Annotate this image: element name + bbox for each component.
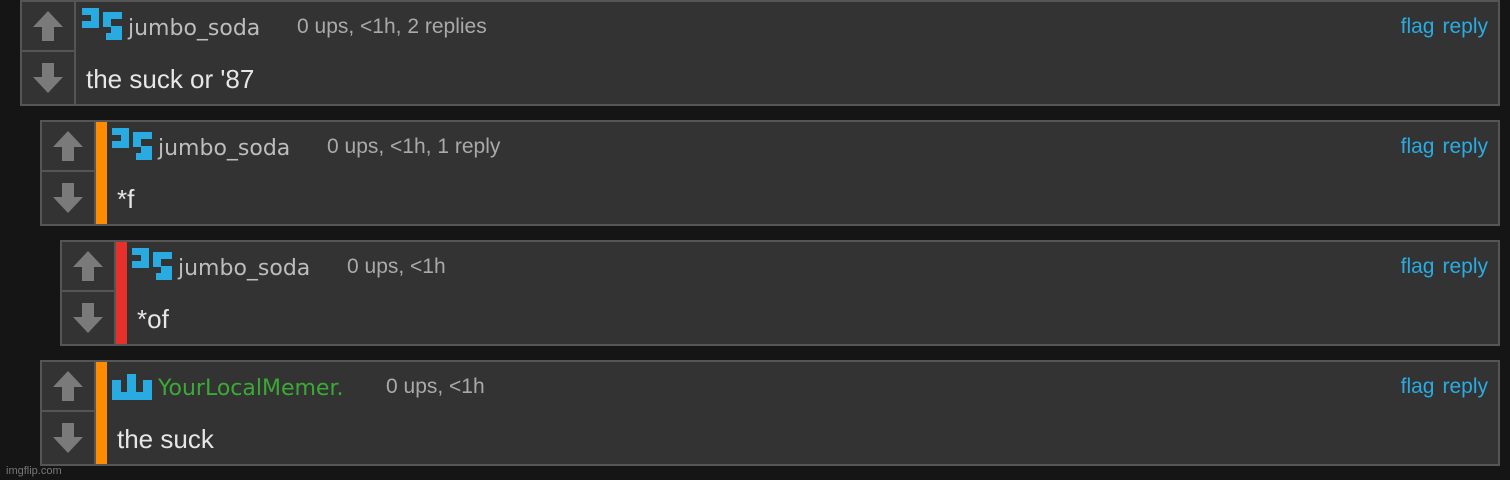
arrow-down-icon	[53, 423, 83, 453]
arrow-up-icon	[73, 251, 103, 281]
flag-link[interactable]: flag	[1401, 135, 1435, 158]
comment: YourLocalMemer. 0 ups, <1h flag reply the…	[40, 360, 1500, 466]
comment-actions: flag reply	[1401, 15, 1488, 39]
comment: jumbo_soda 0 ups, <1h flag reply *of	[60, 240, 1500, 346]
user-avatar-icon[interactable]	[112, 128, 152, 160]
comment-meta: 0 ups, <1h	[386, 375, 485, 398]
comment-actions: flag reply	[1401, 135, 1488, 159]
user-avatar-icon[interactable]	[82, 8, 122, 40]
reply-link[interactable]: reply	[1442, 135, 1488, 158]
downvote-button[interactable]	[42, 413, 94, 463]
arrow-up-icon	[33, 11, 63, 41]
username-link[interactable]: jumbo_soda	[158, 136, 290, 161]
upvote-button[interactable]	[62, 242, 114, 292]
comment-actions: flag reply	[1401, 255, 1488, 279]
downvote-button[interactable]	[42, 173, 94, 223]
arrow-up-icon	[53, 131, 83, 161]
comment-text: the suck or '87	[86, 64, 255, 94]
comment-text: *of	[137, 304, 169, 334]
thread-depth-bar	[116, 242, 127, 344]
arrow-down-icon	[73, 303, 103, 333]
reply-link[interactable]: reply	[1442, 15, 1488, 38]
comment-meta: 0 ups, <1h, 1 reply	[327, 135, 501, 158]
thread-depth-bar	[96, 122, 107, 224]
comment-text: the suck	[117, 424, 214, 454]
username-link[interactable]: jumbo_soda	[178, 256, 310, 281]
vote-controls	[42, 122, 96, 224]
comment-meta: 0 ups, <1h, 2 replies	[297, 15, 487, 38]
vote-controls	[42, 362, 96, 464]
arrow-down-icon	[33, 63, 63, 93]
downvote-button[interactable]	[22, 53, 74, 103]
username-link[interactable]: jumbo_soda	[128, 16, 260, 41]
downvote-button[interactable]	[62, 293, 114, 343]
thread-depth-bar	[96, 362, 107, 464]
comment-actions: flag reply	[1401, 375, 1488, 399]
reply-link[interactable]: reply	[1442, 375, 1488, 398]
vote-controls	[22, 2, 76, 104]
upvote-button[interactable]	[42, 362, 94, 412]
comment-meta: 0 ups, <1h	[347, 255, 446, 278]
user-avatar-icon[interactable]	[112, 368, 152, 400]
upvote-button[interactable]	[42, 122, 94, 172]
comment: jumbo_soda 0 ups, <1h, 2 replies flag rep…	[20, 0, 1500, 106]
flag-link[interactable]: flag	[1401, 255, 1435, 278]
flag-link[interactable]: flag	[1401, 15, 1435, 38]
comment-text: *f	[117, 184, 135, 214]
upvote-button[interactable]	[22, 2, 74, 52]
flag-link[interactable]: flag	[1401, 375, 1435, 398]
username-link[interactable]: YourLocalMemer.	[158, 376, 344, 401]
arrow-down-icon	[53, 183, 83, 213]
user-avatar-icon[interactable]	[132, 248, 172, 280]
vote-controls	[62, 242, 116, 344]
arrow-up-icon	[53, 371, 83, 401]
reply-link[interactable]: reply	[1442, 255, 1488, 278]
watermark: imgflip.com	[6, 465, 62, 477]
comment: jumbo_soda 0 ups, <1h, 1 reply flag reply…	[40, 120, 1500, 226]
